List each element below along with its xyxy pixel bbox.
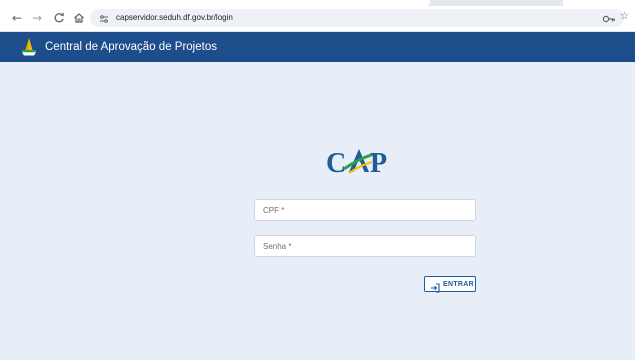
entrar-button[interactable]: ENTRAR [424,276,476,293]
senha-field[interactable]: Senha * [254,235,476,257]
cpf-field[interactable]: CPF * [254,199,476,221]
cpf-label: CPF * [263,206,285,215]
cap-logo: C P [325,145,395,179]
app-header: Central de Aprovação de Projetos [0,32,635,62]
svg-text:C: C [326,148,346,177]
login-icon [430,280,440,293]
app-title: Central de Aprovação de Projetos [45,41,217,53]
url-bar[interactable]: capservidor.seduh.df.gov.br/login ☆ [90,9,629,27]
site-info-icon[interactable] [98,12,110,24]
reload-icon[interactable] [52,11,66,25]
key-icon[interactable] [602,12,616,24]
browser-toolbar: ← → capservidor.seduh.df.gov.br/login ☆ [0,6,635,32]
star-icon[interactable]: ☆ [620,11,630,23]
senha-label: Senha * [263,242,292,251]
back-icon[interactable]: ← [10,11,24,25]
svg-text:P: P [370,148,387,177]
url-text[interactable]: capservidor.seduh.df.gov.br/login [116,12,233,24]
home-icon[interactable] [72,11,86,25]
forward-icon[interactable]: → [30,11,44,25]
brasilia-logo-icon [19,37,39,57]
entrar-label: ENTRAR [443,281,474,288]
